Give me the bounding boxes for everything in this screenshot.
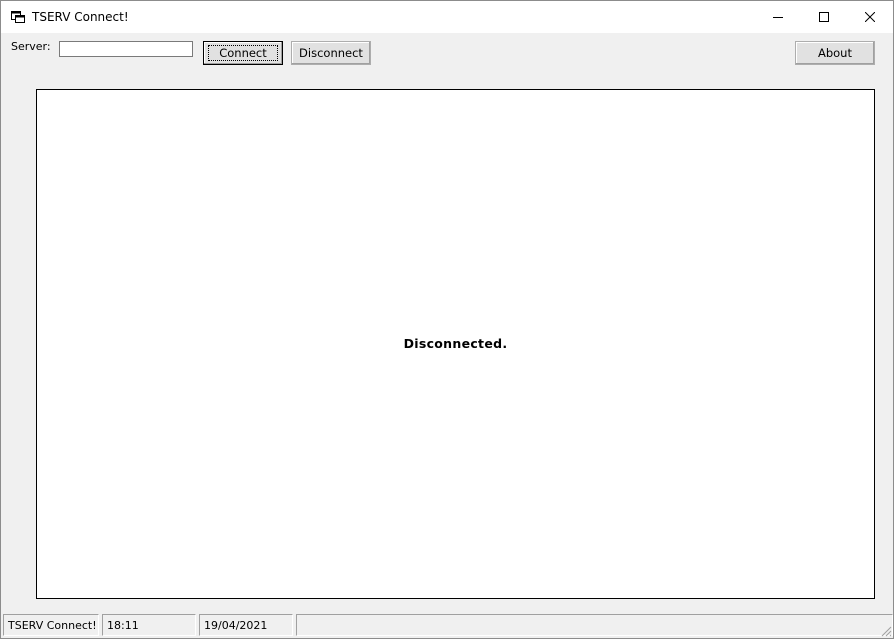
status-time: 18:11 — [102, 614, 196, 636]
close-button[interactable] — [847, 1, 893, 33]
disconnect-button-label: Disconnect — [299, 46, 363, 60]
connection-status-message: Disconnected. — [403, 336, 508, 351]
maximize-button[interactable] — [801, 1, 847, 33]
title-bar[interactable]: TSERV Connect! — [1, 1, 893, 33]
minimize-button[interactable] — [755, 1, 801, 33]
about-button-label: About — [817, 46, 852, 60]
minimize-icon — [773, 17, 783, 18]
server-input[interactable] — [59, 41, 193, 57]
maximize-icon — [819, 12, 829, 22]
about-button[interactable]: About — [795, 41, 875, 65]
connect-button-label: Connect — [208, 45, 278, 61]
status-date: 19/04/2021 — [199, 614, 293, 636]
status-bar: TSERV Connect! 18:11 19/04/2021 — [1, 613, 893, 638]
resize-grip-icon[interactable] — [880, 625, 892, 637]
window-title: TSERV Connect! — [32, 10, 129, 24]
server-label: Server: — [11, 40, 51, 53]
connect-button[interactable]: Connect — [203, 41, 283, 65]
disconnect-button[interactable]: Disconnect — [291, 41, 371, 65]
main-window: TSERV Connect! Server: Connect Disconnec… — [0, 0, 894, 639]
app-window-icon — [11, 11, 25, 23]
close-icon — [865, 12, 875, 22]
status-app-name: TSERV Connect! — [3, 614, 99, 636]
status-extra — [296, 614, 893, 636]
terminal-view[interactable]: Disconnected. — [36, 89, 875, 599]
